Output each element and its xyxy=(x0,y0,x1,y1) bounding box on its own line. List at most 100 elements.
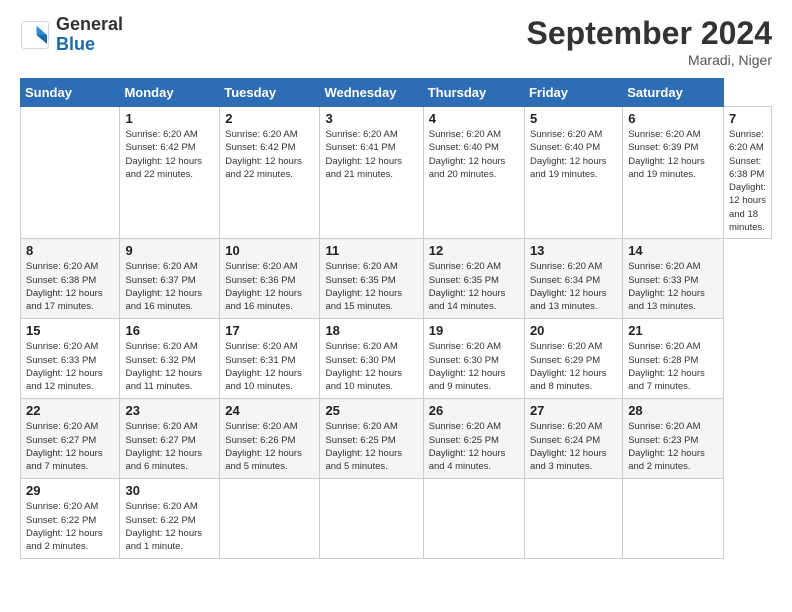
day-info: Sunrise: 6:20 AMSunset: 6:22 PMDaylight:… xyxy=(26,501,103,552)
day-cell-20: 20 Sunrise: 6:20 AMSunset: 6:29 PMDaylig… xyxy=(524,319,622,399)
day-cell-24: 24 Sunrise: 6:20 AMSunset: 6:26 PMDaylig… xyxy=(220,399,320,479)
day-number: 19 xyxy=(429,323,519,338)
logo-general: General xyxy=(56,15,123,35)
day-cell-30: 30 Sunrise: 6:20 AMSunset: 6:22 PMDaylig… xyxy=(120,479,220,559)
day-info: Sunrise: 6:20 AMSunset: 6:24 PMDaylight:… xyxy=(530,421,607,472)
day-info: Sunrise: 6:20 AMSunset: 6:25 PMDaylight:… xyxy=(429,421,506,472)
day-header-friday: Friday xyxy=(524,79,622,107)
day-number: 8 xyxy=(26,243,114,258)
day-info: Sunrise: 6:20 AMSunset: 6:40 PMDaylight:… xyxy=(429,129,506,180)
day-cell-17: 17 Sunrise: 6:20 AMSunset: 6:31 PMDaylig… xyxy=(220,319,320,399)
day-number: 4 xyxy=(429,111,519,126)
logo-text: General Blue xyxy=(56,15,123,55)
day-number: 1 xyxy=(125,111,214,126)
day-info: Sunrise: 6:20 AMSunset: 6:22 PMDaylight:… xyxy=(125,501,202,552)
logo: General Blue xyxy=(20,15,123,55)
day-header-sunday: Sunday xyxy=(21,79,120,107)
day-cell-4: 4 Sunrise: 6:20 AMSunset: 6:40 PMDayligh… xyxy=(423,107,524,239)
day-info: Sunrise: 6:20 AMSunset: 6:39 PMDaylight:… xyxy=(628,129,705,180)
day-info: Sunrise: 6:20 AMSunset: 6:28 PMDaylight:… xyxy=(628,341,705,392)
day-number: 23 xyxy=(125,403,214,418)
day-cell-18: 18 Sunrise: 6:20 AMSunset: 6:30 PMDaylig… xyxy=(320,319,423,399)
day-cell-6: 6 Sunrise: 6:20 AMSunset: 6:39 PMDayligh… xyxy=(623,107,724,239)
week-row-3: 22 Sunrise: 6:20 AMSunset: 6:27 PMDaylig… xyxy=(21,399,772,479)
day-cell-21: 21 Sunrise: 6:20 AMSunset: 6:28 PMDaylig… xyxy=(623,319,724,399)
day-number: 11 xyxy=(325,243,417,258)
week-row-0: 1 Sunrise: 6:20 AMSunset: 6:42 PMDayligh… xyxy=(21,107,772,239)
logo-icon xyxy=(20,20,50,50)
day-number: 12 xyxy=(429,243,519,258)
day-cell-28: 28 Sunrise: 6:20 AMSunset: 6:23 PMDaylig… xyxy=(623,399,724,479)
day-cell-22: 22 Sunrise: 6:20 AMSunset: 6:27 PMDaylig… xyxy=(21,399,120,479)
day-cell-2: 2 Sunrise: 6:20 AMSunset: 6:42 PMDayligh… xyxy=(220,107,320,239)
day-cell-23: 23 Sunrise: 6:20 AMSunset: 6:27 PMDaylig… xyxy=(120,399,220,479)
day-number: 24 xyxy=(225,403,314,418)
day-info: Sunrise: 6:20 AMSunset: 6:36 PMDaylight:… xyxy=(225,261,302,312)
day-cell-11: 11 Sunrise: 6:20 AMSunset: 6:35 PMDaylig… xyxy=(320,239,423,319)
empty-cell xyxy=(220,479,320,559)
week-row-2: 15 Sunrise: 6:20 AMSunset: 6:33 PMDaylig… xyxy=(21,319,772,399)
day-info: Sunrise: 6:20 AMSunset: 6:33 PMDaylight:… xyxy=(628,261,705,312)
day-info: Sunrise: 6:20 AMSunset: 6:23 PMDaylight:… xyxy=(628,421,705,472)
empty-cell xyxy=(21,107,120,239)
day-number: 9 xyxy=(125,243,214,258)
day-info: Sunrise: 6:20 AMSunset: 6:25 PMDaylight:… xyxy=(325,421,402,472)
day-number: 29 xyxy=(26,483,114,498)
day-number: 22 xyxy=(26,403,114,418)
day-cell-25: 25 Sunrise: 6:20 AMSunset: 6:25 PMDaylig… xyxy=(320,399,423,479)
day-number: 18 xyxy=(325,323,417,338)
day-info: Sunrise: 6:20 AMSunset: 6:34 PMDaylight:… xyxy=(530,261,607,312)
day-info: Sunrise: 6:20 AMSunset: 6:26 PMDaylight:… xyxy=(225,421,302,472)
day-info: Sunrise: 6:20 AMSunset: 6:32 PMDaylight:… xyxy=(125,341,202,392)
day-info: Sunrise: 6:20 AMSunset: 6:31 PMDaylight:… xyxy=(225,341,302,392)
day-number: 2 xyxy=(225,111,314,126)
page: General Blue September 2024 Maradi, Nige… xyxy=(0,0,792,574)
day-number: 5 xyxy=(530,111,617,126)
day-cell-8: 8 Sunrise: 6:20 AMSunset: 6:38 PMDayligh… xyxy=(21,239,120,319)
day-header-saturday: Saturday xyxy=(623,79,724,107)
calendar-table: SundayMondayTuesdayWednesdayThursdayFrid… xyxy=(20,78,772,559)
day-cell-7: 7 Sunrise: 6:20 AMSunset: 6:38 PMDayligh… xyxy=(723,107,771,239)
day-info: Sunrise: 6:20 AMSunset: 6:37 PMDaylight:… xyxy=(125,261,202,312)
day-number: 3 xyxy=(325,111,417,126)
day-number: 7 xyxy=(729,111,766,126)
day-number: 28 xyxy=(628,403,718,418)
day-header-monday: Monday xyxy=(120,79,220,107)
day-info: Sunrise: 6:20 AMSunset: 6:35 PMDaylight:… xyxy=(429,261,506,312)
header: General Blue September 2024 Maradi, Nige… xyxy=(20,15,772,68)
logo-blue: Blue xyxy=(56,35,123,55)
day-info: Sunrise: 6:20 AMSunset: 6:27 PMDaylight:… xyxy=(26,421,103,472)
day-header-wednesday: Wednesday xyxy=(320,79,423,107)
empty-cell xyxy=(423,479,524,559)
day-number: 14 xyxy=(628,243,718,258)
day-number: 13 xyxy=(530,243,617,258)
header-row: SundayMondayTuesdayWednesdayThursdayFrid… xyxy=(21,79,772,107)
day-info: Sunrise: 6:20 AMSunset: 6:30 PMDaylight:… xyxy=(429,341,506,392)
day-number: 10 xyxy=(225,243,314,258)
day-cell-27: 27 Sunrise: 6:20 AMSunset: 6:24 PMDaylig… xyxy=(524,399,622,479)
day-number: 15 xyxy=(26,323,114,338)
empty-cell xyxy=(320,479,423,559)
empty-cell xyxy=(524,479,622,559)
day-cell-16: 16 Sunrise: 6:20 AMSunset: 6:32 PMDaylig… xyxy=(120,319,220,399)
day-cell-12: 12 Sunrise: 6:20 AMSunset: 6:35 PMDaylig… xyxy=(423,239,524,319)
month-title: September 2024 xyxy=(527,15,772,52)
day-info: Sunrise: 6:20 AMSunset: 6:30 PMDaylight:… xyxy=(325,341,402,392)
day-cell-13: 13 Sunrise: 6:20 AMSunset: 6:34 PMDaylig… xyxy=(524,239,622,319)
day-number: 27 xyxy=(530,403,617,418)
day-cell-19: 19 Sunrise: 6:20 AMSunset: 6:30 PMDaylig… xyxy=(423,319,524,399)
day-info: Sunrise: 6:20 AMSunset: 6:33 PMDaylight:… xyxy=(26,341,103,392)
day-header-thursday: Thursday xyxy=(423,79,524,107)
day-cell-26: 26 Sunrise: 6:20 AMSunset: 6:25 PMDaylig… xyxy=(423,399,524,479)
day-info: Sunrise: 6:20 AMSunset: 6:41 PMDaylight:… xyxy=(325,129,402,180)
day-cell-10: 10 Sunrise: 6:20 AMSunset: 6:36 PMDaylig… xyxy=(220,239,320,319)
day-info: Sunrise: 6:20 AMSunset: 6:27 PMDaylight:… xyxy=(125,421,202,472)
day-cell-14: 14 Sunrise: 6:20 AMSunset: 6:33 PMDaylig… xyxy=(623,239,724,319)
day-info: Sunrise: 6:20 AMSunset: 6:42 PMDaylight:… xyxy=(225,129,302,180)
day-cell-15: 15 Sunrise: 6:20 AMSunset: 6:33 PMDaylig… xyxy=(21,319,120,399)
day-info: Sunrise: 6:20 AMSunset: 6:38 PMDaylight:… xyxy=(729,129,766,233)
week-row-4: 29 Sunrise: 6:20 AMSunset: 6:22 PMDaylig… xyxy=(21,479,772,559)
empty-cell xyxy=(623,479,724,559)
day-header-tuesday: Tuesday xyxy=(220,79,320,107)
location: Maradi, Niger xyxy=(527,52,772,68)
